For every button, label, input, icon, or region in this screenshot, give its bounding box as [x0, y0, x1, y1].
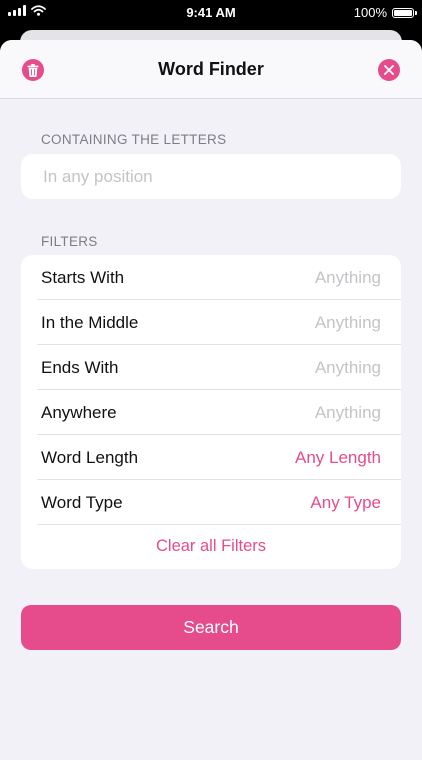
nav-bar: Word Finder [0, 40, 422, 99]
filter-row-word-length[interactable]: Word Length Any Length [21, 435, 401, 480]
filter-label: Starts With [41, 268, 124, 288]
filter-row-in-the-middle[interactable]: In the Middle Anything [21, 300, 401, 345]
filters-section-label: FILTERS [41, 234, 98, 249]
filter-value: Anything [315, 313, 381, 333]
filter-label: In the Middle [41, 313, 138, 333]
word-finder-sheet: Word Finder CONTAINING THE LETTERS FILTE… [0, 40, 422, 760]
search-button[interactable]: Search [21, 605, 401, 650]
battery-icon [392, 8, 414, 18]
status-right: 100% [354, 5, 414, 20]
filter-row-anywhere[interactable]: Anywhere Anything [21, 390, 401, 435]
filter-value: Any Length [295, 448, 381, 468]
filter-row-ends-with[interactable]: Ends With Anything [21, 345, 401, 390]
filter-row-starts-with[interactable]: Starts With Anything [21, 255, 401, 300]
filter-row-word-type[interactable]: Word Type Any Type [21, 480, 401, 525]
filter-value: Anything [315, 268, 381, 288]
filters-list: Starts With Anything In the Middle Anyth… [21, 255, 401, 569]
filter-value: Any Type [310, 493, 381, 513]
clear-filters-button[interactable]: Clear all Filters [21, 524, 401, 569]
filter-label: Word Type [41, 493, 123, 513]
filter-value: Anything [315, 358, 381, 378]
battery-percent: 100% [354, 5, 387, 20]
containing-section-label: CONTAINING THE LETTERS [41, 132, 226, 147]
filter-label: Ends With [41, 358, 118, 378]
close-button[interactable] [378, 59, 400, 81]
filter-label: Anywhere [41, 403, 117, 423]
page-title: Word Finder [0, 59, 422, 80]
status-bar: 9:41 AM 100% [0, 0, 422, 24]
filter-value: Anything [315, 403, 381, 423]
containing-letters-field[interactable] [21, 154, 401, 199]
filter-label: Word Length [41, 448, 138, 468]
containing-letters-input[interactable] [41, 166, 401, 188]
close-icon [384, 65, 394, 75]
